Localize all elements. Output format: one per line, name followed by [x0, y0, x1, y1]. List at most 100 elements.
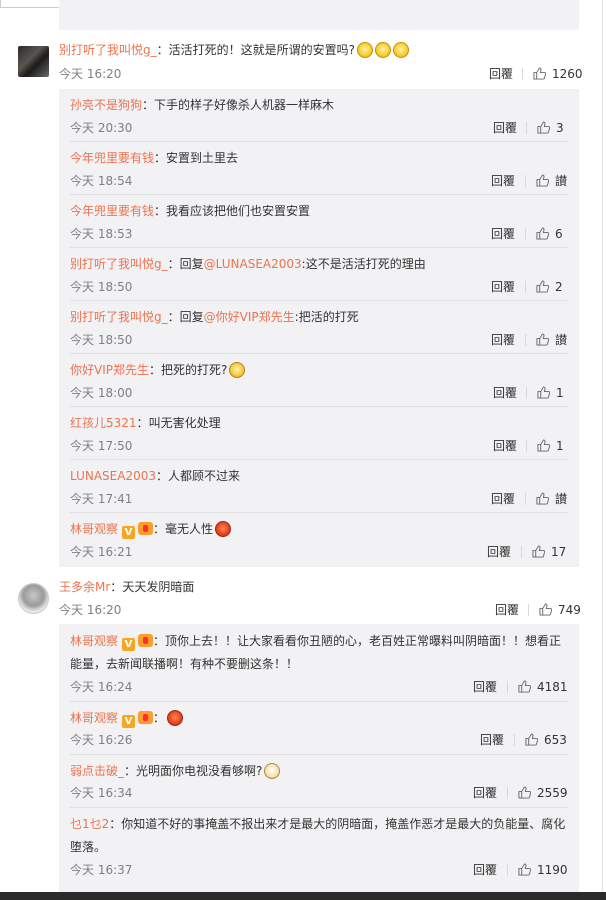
- like-count: 3: [556, 121, 564, 135]
- thumbs-up-icon: [525, 733, 538, 746]
- username-link[interactable]: 你好VIP郑先生: [70, 363, 149, 377]
- reply-text-line: 孙亮不是狗狗：下手的样子好像杀人机器一样麻木: [70, 96, 334, 114]
- comment-text-line: 别打听了我叫悦g_：活活打死的！这就是所谓的安置吗?: [59, 41, 410, 59]
- timestamp: 今天 18:00: [70, 386, 133, 400]
- like-button[interactable]: 2: [536, 279, 563, 295]
- thumbs-up-icon: [537, 121, 550, 134]
- like-button[interactable]: 1: [537, 438, 564, 454]
- reply-button[interactable]: 回覆: [491, 332, 515, 348]
- divider: [70, 247, 568, 248]
- like-button[interactable]: 6: [536, 226, 563, 242]
- like-button[interactable]: 讃: [536, 491, 567, 507]
- like-button[interactable]: 3: [537, 120, 564, 136]
- username-link[interactable]: 今年兜里要有钱: [70, 204, 154, 218]
- timestamp: 今天 16:21: [70, 545, 133, 559]
- reply-button[interactable]: 回覆: [491, 491, 515, 507]
- colon: ：: [167, 310, 180, 324]
- username-link[interactable]: 别打听了我叫悦g_: [70, 310, 168, 324]
- divider: [526, 440, 527, 452]
- member-badge-icon: [138, 711, 154, 724]
- like-count: 讃: [555, 492, 568, 506]
- username-link[interactable]: 林哥观察: [70, 634, 118, 648]
- like-button[interactable]: 1260: [533, 66, 583, 82]
- divider: [70, 512, 568, 513]
- comment-text: 活活打死的！这就是所谓的安置吗?: [168, 43, 356, 57]
- username-link[interactable]: 孙亮不是狗狗: [70, 98, 142, 112]
- timestamp: 今天 16:34: [70, 786, 133, 800]
- smile-emoji-icon: [357, 42, 374, 58]
- reply-button[interactable]: 回覆: [493, 120, 517, 136]
- reply-text: 叫无害化处理: [148, 416, 221, 430]
- comment-text: 天天发阴暗面: [122, 580, 195, 594]
- username-link[interactable]: 林哥观察: [70, 711, 118, 725]
- smile-emoji-icon: [375, 42, 392, 58]
- thumbs-up-icon: [536, 280, 549, 293]
- like-button[interactable]: 653: [525, 732, 567, 748]
- like-button[interactable]: 17: [532, 544, 566, 560]
- avatar[interactable]: [18, 46, 49, 77]
- like-button[interactable]: 4181: [518, 679, 568, 695]
- colon: ：: [136, 416, 149, 430]
- username-link[interactable]: 弱点击破_: [70, 764, 124, 778]
- partial-reply-block: [59, 0, 579, 30]
- divider: [526, 122, 527, 134]
- like-button[interactable]: 讃: [536, 332, 567, 348]
- thumbs-up-icon: [518, 786, 531, 799]
- username-link[interactable]: 乜1乜2: [70, 817, 109, 831]
- timestamp: 今天 18:50: [70, 333, 133, 347]
- mention-link[interactable]: @LUNASEA2003: [204, 257, 302, 271]
- like-button[interactable]: 讃: [536, 173, 567, 189]
- username-link[interactable]: 别打听了我叫悦g_: [70, 257, 168, 271]
- username-link[interactable]: LUNASEA2003: [70, 469, 156, 483]
- divider: [525, 228, 526, 240]
- colon: ：: [154, 151, 167, 165]
- like-count: 1190: [537, 863, 568, 877]
- divider: [70, 459, 568, 460]
- like-button[interactable]: 749: [539, 602, 581, 618]
- username-link[interactable]: 红孩儿5321: [70, 416, 137, 430]
- divider: [521, 546, 522, 558]
- reply-button[interactable]: 回覆: [495, 602, 519, 618]
- divider: [70, 754, 568, 755]
- divider: [70, 701, 568, 702]
- username-link[interactable]: 别打听了我叫悦g_: [59, 43, 157, 57]
- like-button[interactable]: 1190: [518, 862, 568, 878]
- divider: [514, 734, 515, 746]
- colon: ：: [124, 764, 137, 778]
- divider: [70, 807, 568, 808]
- avatar[interactable]: [18, 583, 49, 614]
- reply-text-line: 林哥观察 V ：顶你上去！！让大家看看你丑陋的心，老百姓正常曝料叫阴暗面！！想看正: [70, 632, 561, 651]
- username-link[interactable]: 今年兜里要有钱: [70, 151, 154, 165]
- scrollbar[interactable]: [602, 0, 606, 900]
- reply-text-line: 弱点击破_：光明面你电视没看够啊?: [70, 762, 281, 780]
- reply-button[interactable]: 回覆: [493, 385, 517, 401]
- reply-button[interactable]: 回覆: [480, 732, 504, 748]
- divider: [525, 493, 526, 505]
- reply-text: :这不是活活打死的理由: [301, 257, 426, 271]
- reply-button[interactable]: 回覆: [491, 279, 515, 295]
- reply-button[interactable]: 回覆: [487, 544, 511, 560]
- reply-button[interactable]: 回覆: [489, 66, 513, 82]
- reply-button[interactable]: 回覆: [491, 173, 515, 189]
- reply-button[interactable]: 回覆: [473, 862, 497, 878]
- like-button[interactable]: 1: [537, 385, 564, 401]
- reply-button[interactable]: 回覆: [491, 226, 515, 242]
- like-count: 2559: [537, 786, 568, 800]
- username-link[interactable]: 王多余Mr: [59, 580, 110, 594]
- angry-emoji-icon: [167, 710, 184, 726]
- timestamp: 今天 18:53: [70, 227, 133, 241]
- timestamp: 今天 17:41: [70, 492, 133, 506]
- reply-button[interactable]: 回覆: [493, 438, 517, 454]
- reply-text-line: LUNASEA2003：人都顾不过来: [70, 467, 240, 485]
- colon: ：: [149, 363, 162, 377]
- reply-text: 毫无人性: [165, 522, 214, 536]
- mention-link[interactable]: @你好VIP郑先生: [204, 310, 295, 324]
- timestamp: 今天 16:20: [59, 603, 122, 617]
- reply-button[interactable]: 回覆: [473, 785, 497, 801]
- like-count: 653: [544, 733, 567, 747]
- reply-text: 安置到土里去: [166, 151, 239, 165]
- reply-text-line-2: 能量，去新闻联播啊！有种不要删这条！！: [70, 655, 298, 673]
- like-button[interactable]: 2559: [518, 785, 568, 801]
- reply-button[interactable]: 回覆: [473, 679, 497, 695]
- username-link[interactable]: 林哥观察: [70, 522, 118, 536]
